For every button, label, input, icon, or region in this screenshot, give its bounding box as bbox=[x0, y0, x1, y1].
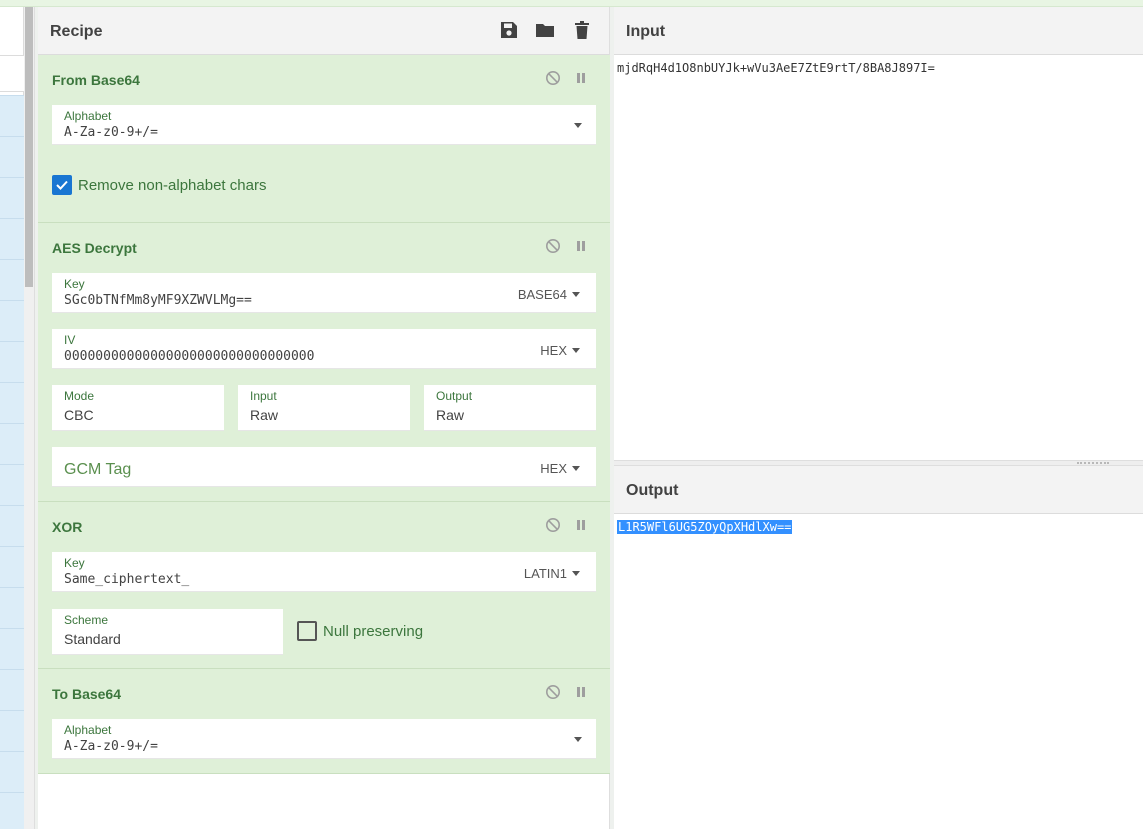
operation-title: From Base64 bbox=[52, 72, 140, 88]
remove-non-alphabet-checkbox[interactable]: Remove non-alphabet chars bbox=[52, 175, 266, 195]
operations-list[interactable] bbox=[0, 95, 24, 829]
input-format-value: Raw bbox=[250, 407, 279, 423]
gcm-format-dropdown[interactable]: HEX bbox=[540, 461, 580, 476]
checkbox-checked-icon[interactable] bbox=[52, 175, 72, 195]
disable-icon[interactable] bbox=[545, 70, 561, 86]
input-title: Input bbox=[626, 23, 666, 40]
list-item[interactable] bbox=[0, 669, 24, 670]
mode-select[interactable]: Mode CBC bbox=[52, 385, 224, 431]
disable-icon[interactable] bbox=[545, 517, 561, 533]
list-item[interactable] bbox=[0, 546, 24, 547]
list-item[interactable] bbox=[0, 628, 24, 629]
list-item[interactable] bbox=[0, 505, 24, 506]
alphabet-label: Alphabet bbox=[64, 723, 112, 737]
gcm-tag-field[interactable]: GCM Tag HEX bbox=[52, 447, 596, 487]
operation-title: AES Decrypt bbox=[52, 240, 137, 256]
operations-pane bbox=[0, 7, 24, 829]
scrollbar-thumb[interactable] bbox=[25, 7, 33, 287]
chevron-down-icon[interactable] bbox=[574, 123, 582, 128]
checkbox-unchecked-icon[interactable] bbox=[297, 621, 317, 641]
input-pane: Input mjdRqH4d1O8nbUYJk+wVu3AeE7ZtE9rtT/… bbox=[614, 7, 1143, 460]
input-header: Input bbox=[614, 7, 1143, 55]
iv-value: 00000000000000000000000000000000 bbox=[64, 349, 315, 364]
null-preserving-checkbox[interactable]: Null preserving bbox=[297, 621, 423, 641]
key-label: Key bbox=[64, 277, 85, 291]
scheme-value: Standard bbox=[64, 631, 121, 647]
input-text-area[interactable]: mjdRqH4d1O8nbUYJk+wVu3AeE7ZtE9rtT/8BA8J8… bbox=[617, 61, 935, 75]
top-strip bbox=[0, 0, 1143, 7]
output-title: Output bbox=[626, 482, 679, 499]
pause-icon[interactable] bbox=[573, 684, 589, 700]
output-format-value: Raw bbox=[436, 407, 465, 423]
operations-search-box[interactable] bbox=[0, 55, 24, 92]
output-text-area[interactable]: L1R5WFl6UG5ZOyQpXHdlXw== bbox=[617, 520, 793, 534]
list-item[interactable] bbox=[0, 423, 24, 424]
list-item[interactable] bbox=[0, 177, 24, 178]
folder-icon[interactable] bbox=[535, 20, 555, 40]
aes-key-field[interactable]: Key SGc0bTNfMm8yMF9XZWVLMg== BASE64 bbox=[52, 273, 596, 313]
key-format-dropdown[interactable]: BASE64 bbox=[518, 287, 580, 302]
list-item[interactable] bbox=[0, 382, 24, 383]
list-item[interactable] bbox=[0, 792, 24, 793]
operation-to-base64[interactable]: To Base64 Alphabet A-Za-z0-9+/= bbox=[38, 669, 610, 774]
list-item[interactable] bbox=[0, 587, 24, 588]
alphabet-select[interactable]: Alphabet A-Za-z0-9+/= bbox=[52, 719, 596, 759]
list-item[interactable] bbox=[0, 341, 24, 342]
alphabet-value: A-Za-z0-9+/= bbox=[64, 125, 158, 140]
list-item[interactable] bbox=[0, 710, 24, 711]
recipe-header: Recipe bbox=[38, 7, 609, 55]
operation-xor[interactable]: XOR Key Same_ciphertext_ LATIN1 Scheme S… bbox=[38, 502, 610, 669]
xor-key-field[interactable]: Key Same_ciphertext_ LATIN1 bbox=[52, 552, 596, 592]
trash-icon[interactable] bbox=[572, 20, 592, 40]
list-item[interactable] bbox=[0, 218, 24, 219]
input-format-label: Input bbox=[250, 389, 277, 403]
operation-title: XOR bbox=[52, 519, 83, 535]
recipe-pane: Recipe From Base64 Alphabet A-Za-z0-9+/=… bbox=[38, 7, 610, 829]
alphabet-value: A-Za-z0-9+/= bbox=[64, 739, 158, 754]
save-icon[interactable] bbox=[499, 20, 519, 40]
mode-label: Mode bbox=[64, 389, 95, 403]
output-pane: Output L1R5WFl6UG5ZOyQpXHdlXw== bbox=[614, 466, 1143, 829]
key-format-dropdown[interactable]: LATIN1 bbox=[524, 566, 580, 581]
output-format-label: Output bbox=[436, 389, 473, 403]
gcm-tag-placeholder: GCM Tag bbox=[64, 461, 132, 478]
key-label: Key bbox=[64, 556, 85, 570]
list-item[interactable] bbox=[0, 95, 24, 96]
output-format-select[interactable]: Output Raw bbox=[424, 385, 596, 431]
key-value: SGc0bTNfMm8yMF9XZWVLMg== bbox=[64, 293, 252, 308]
checkbox-label: Null preserving bbox=[323, 622, 424, 640]
pause-icon[interactable] bbox=[573, 70, 589, 86]
recipe-title: Recipe bbox=[50, 23, 103, 40]
list-item[interactable] bbox=[0, 300, 24, 301]
pause-icon[interactable] bbox=[573, 517, 589, 533]
chevron-down-icon[interactable] bbox=[574, 737, 582, 742]
mode-value: CBC bbox=[64, 407, 94, 423]
disable-icon[interactable] bbox=[545, 684, 561, 700]
scheme-label: Scheme bbox=[64, 613, 109, 627]
resize-grip[interactable] bbox=[1077, 461, 1109, 464]
list-item[interactable] bbox=[0, 259, 24, 260]
aes-iv-field[interactable]: IV 00000000000000000000000000000000 HEX bbox=[52, 329, 596, 369]
operations-scrollbar[interactable] bbox=[24, 7, 34, 829]
disable-icon[interactable] bbox=[545, 238, 561, 254]
alphabet-label: Alphabet bbox=[64, 109, 112, 123]
iv-label: IV bbox=[64, 333, 76, 347]
operation-from-base64[interactable]: From Base64 Alphabet A-Za-z0-9+/= Remove… bbox=[38, 55, 610, 223]
list-item[interactable] bbox=[0, 136, 24, 137]
alphabet-select[interactable]: Alphabet A-Za-z0-9+/= bbox=[52, 105, 596, 145]
input-format-select[interactable]: Input Raw bbox=[238, 385, 410, 431]
list-item[interactable] bbox=[0, 464, 24, 465]
checkbox-label: Remove non-alphabet chars bbox=[78, 176, 267, 194]
operation-aes-decrypt[interactable]: AES Decrypt Key SGc0bTNfMm8yMF9XZWVLMg==… bbox=[38, 223, 610, 502]
pause-icon[interactable] bbox=[573, 238, 589, 254]
operation-title: To Base64 bbox=[52, 686, 121, 702]
scheme-select[interactable]: Scheme Standard bbox=[52, 609, 283, 655]
list-item[interactable] bbox=[0, 751, 24, 752]
key-value: Same_ciphertext_ bbox=[64, 572, 190, 587]
output-header: Output bbox=[614, 466, 1143, 514]
iv-format-dropdown[interactable]: HEX bbox=[540, 343, 580, 358]
